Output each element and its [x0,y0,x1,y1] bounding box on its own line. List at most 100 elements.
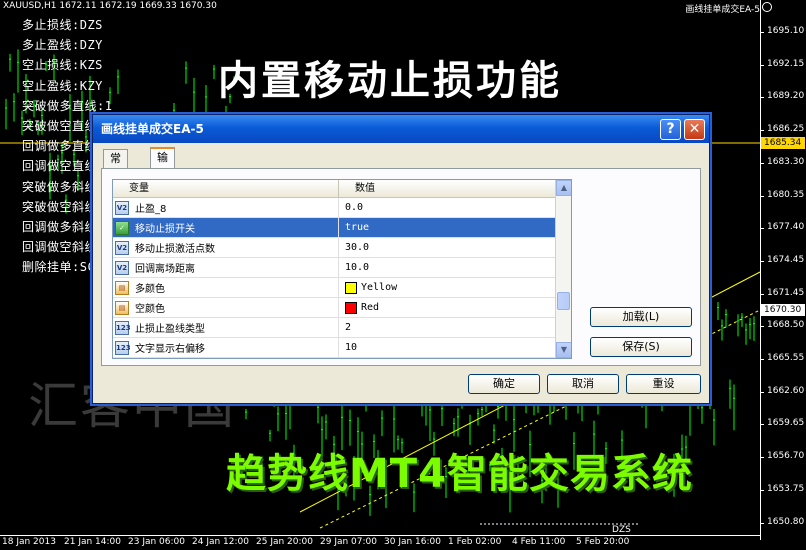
parameter-value-cell[interactable]: 30.0 [339,238,571,257]
parameter-value: 10.0 [345,262,370,273]
tab-common[interactable]: 常用 [103,149,128,183]
time-tick-label: 21 Jan 14:00 [64,537,121,547]
price-tick-label: 1674.45 [759,254,805,265]
price-tick-label: 1686.25 [759,124,805,135]
parameter-value: 30.0 [345,242,370,253]
parameter-name: 多颜色 [135,284,165,295]
parameter-name: 移动止损开关 [135,224,195,235]
price-tick-label: 1692.15 [759,58,805,69]
time-tick-label: 5 Feb 20:00 [576,537,630,547]
price-tick-label: 1656.70 [759,451,805,462]
parameter-row[interactable]: ▤ 空颜色 Red [113,298,571,318]
color-icon: ▤ [115,300,129,315]
current-price-label: 1670.30 [761,304,805,316]
price-tick-label: 1650.80 [759,516,805,527]
close-icon[interactable]: ✕ [684,119,705,140]
price-tick-label: 1653.75 [759,483,805,494]
parameter-value-cell[interactable]: 2 [339,318,571,337]
parameter-name-cell: V2 回调离场距离 [113,258,339,277]
parameter-value-cell[interactable]: 10 [339,338,571,357]
grid-header: 变量 数值 [113,180,571,198]
parameter-name-cell: 123 止损止盈线类型 [113,318,339,337]
parameter-row[interactable]: 123 文字显示右偏移 10 [113,338,571,358]
help-icon[interactable]: ? [660,119,681,140]
object-label: 多止损线:DZS [22,18,103,32]
parameter-row[interactable]: V2 回调离场距离 10.0 [113,258,571,278]
color-icon: ▤ [115,280,129,295]
time-axis: 18 Jan 2013 21 Jan 14:00 23 Jan 06:00 24 Ja… [0,535,760,550]
bool-icon: ✓ [115,220,129,235]
reset-button[interactable]: 重设 [626,374,701,394]
price-tick-label: 1680.35 [759,189,805,200]
price-line-label: 1685.34 [761,137,805,149]
parameter-name: 移动止损激活点数 [135,244,215,255]
double-icon: V2 [115,260,129,275]
parameter-row[interactable]: ✓ 移动止损开关 true [113,218,571,238]
cancel-button[interactable]: 取消 [547,374,619,394]
parameter-name-cell: ✓ 移动止损开关 [113,218,339,237]
parameter-row[interactable]: V2 移动止损激活点数 30.0 [113,238,571,258]
parameter-value: true [345,222,370,233]
save-button[interactable]: 保存(S) [590,337,692,357]
tab-panel-inputs: 变量 数值 V2 止盈_8 0.0 ✓ 移动止损开关 true V2 移动止损激活点数 30.0… [101,168,701,366]
price-axis: 1695.10 1692.15 1689.20 1686.25 1683.30 1680.… [759,0,806,540]
time-tick-label: 18 Jan 2013 [2,537,56,547]
parameter-value-cell[interactable]: 0.0 [339,198,571,217]
double-icon: V2 [115,200,129,215]
parameter-value-cell[interactable]: Red [339,298,571,317]
parameter-value-cell[interactable]: 10.0 [339,258,571,277]
object-label: 多止盈线:DZY [22,38,103,53]
scroll-down-icon[interactable]: ▼ [556,342,571,358]
double-icon: V2 [115,240,129,255]
parameter-value: Yellow [361,282,398,293]
price-tick-label: 1671.45 [759,287,805,298]
parameter-value: 2 [345,322,352,333]
scroll-up-icon[interactable]: ▲ [556,180,571,196]
parameter-name-cell: V2 止盈_8 [113,198,339,217]
column-header-value[interactable]: 数值 [339,180,375,197]
parameter-name: 空颜色 [135,304,165,315]
parameter-value-cell[interactable]: Yellow [339,278,571,297]
parameter-name: 止损止盈线类型 [135,324,205,335]
parameter-name-cell: ▤ 空颜色 [113,298,339,317]
price-tick-label: 1683.30 [759,156,805,167]
parameter-value: 0.0 [345,202,364,213]
column-header-variable[interactable]: 变量 [113,180,339,197]
banner-subtitle: 趋势线MT4智能交易系统 [226,451,693,497]
color-swatch [345,281,357,294]
dialog-title: 画线挂单成交EA-5 [101,122,204,136]
int-icon: 123 [115,340,131,355]
time-tick-label: 29 Jan 07:00 [320,537,377,547]
parameter-row[interactable]: 123 止损止盈线类型 2 [113,318,571,338]
parameter-name-cell: 123 文字显示右偏移 [113,338,339,357]
parameter-row[interactable]: V2 止盈_8 0.0 [113,198,571,218]
parameter-value: 10 [345,342,358,353]
dialog-titlebar[interactable]: 画线挂单成交EA-5 ? ✕ [93,115,709,143]
time-tick-label: 24 Jan 12:00 [192,537,249,547]
price-tick-label: 1662.60 [759,385,805,396]
dzs-line-label: DZS [612,525,631,535]
price-tick-label: 1659.65 [759,418,805,429]
grid-scrollbar[interactable]: ▲ ▼ [555,180,571,358]
object-label: 空止盈线:KZY [22,78,103,93]
time-tick-label: 4 Feb 11:00 [512,537,566,547]
parameter-value-cell[interactable]: true [339,218,571,237]
parameter-name: 止盈_8 [135,204,167,215]
price-tick-label: 1695.10 [759,26,805,36]
ea-properties-dialog: 画线挂单成交EA-5 ? ✕ 常用 输入参数 变量 数值 V2 止盈_8 0.0 ✓ 移… [92,114,710,404]
tab-inputs[interactable]: 输入参数 [150,147,175,218]
color-swatch [345,301,357,314]
load-button[interactable]: 加载(L) [590,307,692,327]
scroll-thumb[interactable] [557,292,570,310]
time-tick-label: 23 Jan 06:00 [128,537,185,547]
parameter-name: 文字显示右偏移 [135,344,205,355]
ok-button[interactable]: 确定 [468,374,540,394]
parameter-row[interactable]: ▤ 多颜色 Yellow [113,278,571,298]
parameter-name-cell: V2 移动止损激活点数 [113,238,339,257]
time-tick-label: 25 Jan 20:00 [256,537,313,547]
input-parameters-grid: 变量 数值 V2 止盈_8 0.0 ✓ 移动止损开关 true V2 移动止损激活点数 30.0… [112,179,572,359]
object-label: 空止损线:KZS [22,58,103,73]
parameter-value: Red [361,302,380,313]
price-tick-label: 1689.20 [759,91,805,102]
price-tick-label: 1677.40 [759,222,805,233]
